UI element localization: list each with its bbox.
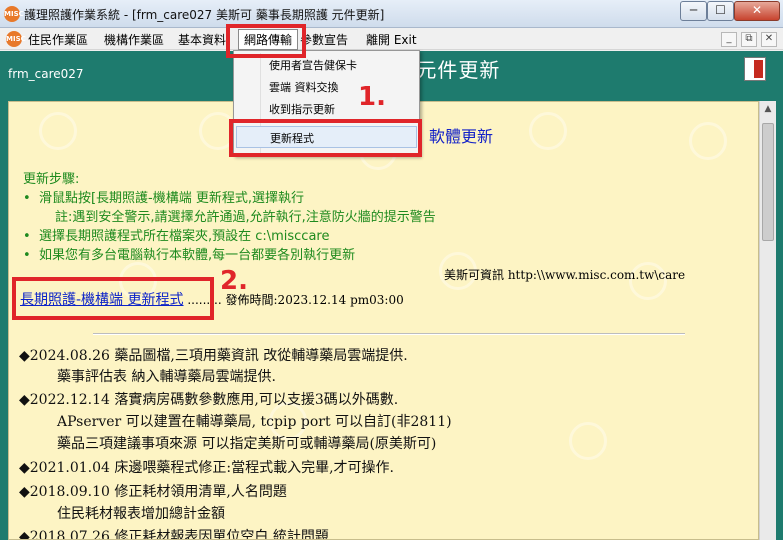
app-logo-icon: MISC [4,6,24,22]
title-bar: MISC 護理照護作業系統 - [frm_care027 美斯可 藥事長期照護 … [0,0,783,28]
mdi-close-button[interactable]: ✕ [761,32,777,47]
watermark-icon [39,112,77,150]
window-title: 護理照護作業系統 - [frm_care027 美斯可 藥事長期照護 元件更新] [24,8,385,22]
watermark-icon [689,122,727,160]
minimize-button[interactable]: ─ [680,1,707,21]
news-item: ◆2022.12.14 落實病房碼數參數應用,可以支援3碼以外碼數. [19,392,399,408]
menu-exit[interactable]: 離開 Exit [366,31,417,48]
menu-institution-area[interactable]: 機構作業區 [104,31,164,48]
annotation-label-1: 1. [358,82,386,112]
content-panel: 軟體更新 更新步驟: • 滑鼠點按[長期照護-機構端 更新程式,選擇執行 註:遇… [8,101,759,540]
divider [93,333,685,335]
news-item: APserver 可以建置在輔導藥局, tcpip port 可以自訂(非281… [57,414,452,430]
annotation-box-2 [12,277,214,320]
menu-item-receive-update[interactable]: 收到指示更新 [269,101,335,117]
form-id-label: frm_care027 [8,67,84,81]
step-item: • 選擇長期照護程式所在檔案夾,預設在 c:\misccare [23,229,330,244]
watermark-icon [529,112,567,150]
step-item: • 如果您有多台電腦執行本軟體,每一台都要各別執行更新 [23,248,356,263]
menu-item-cloud-exchange[interactable]: 雲端 資料交換 [269,79,339,95]
news-item: ◆2021.01.04 床邊喂藥程式修正:當程式載入完畢,才可操作. [19,460,394,476]
menu-basic-data[interactable]: 基本資料 [178,31,226,48]
menu-resident-area[interactable]: 住民作業區 [28,31,88,48]
vertical-scrollbar[interactable]: ▲ [759,101,776,540]
news-item: ◆2024.08.26 藥品圖檔,三項用藥資訊 改從輔導藥局雲端提供. [19,348,408,364]
news-item: 藥事評估表 納入輔導藥局雲端提供. [57,369,276,385]
step-item: • 滑鼠點按[長期照護-機構端 更新程式,選擇執行 [23,191,304,206]
scroll-thumb[interactable] [762,123,774,241]
mdi-restore-button[interactable]: ⧉ [741,32,757,47]
publish-time: 發佈時間:2023.12.14 pm03:00 [225,293,404,307]
step-note: 註:遇到安全警示,請選擇允許通過,允許執行,注意防火牆的提示警告 [55,210,436,225]
menu-parameter-declare[interactable]: 參數宣告 [300,31,348,48]
news-item: 住民耗材報表增加總計金額 [57,506,225,522]
annotation-box-1 [226,24,306,58]
steps-title: 更新步驟: [23,172,80,187]
annotation-label-2: 2. [220,266,248,296]
step-text: 選擇長期照護程式所在檔案夾,預設在 c:\misccare [38,229,330,244]
exit-door-icon[interactable] [744,57,766,81]
step-text: 滑鼠點按[長期照護-機構端 更新程式,選擇執行 [38,191,304,206]
maximize-button[interactable]: ☐ [707,1,734,21]
news-item: 藥品三項建議事項來源 可以指定美斯可或輔導藥局(原美斯可) [57,436,437,452]
step-text: 如果您有多台電腦執行本軟體,每一台都要各別執行更新 [38,248,356,263]
vendor-credit: 美斯可資訊 http:\\www.misc.com.tw\care [444,268,686,282]
annotation-box-1b [229,119,422,157]
close-button[interactable]: ✕ [734,1,780,21]
page-heading: 軟體更新 [429,127,494,146]
scroll-up-arrow-icon[interactable]: ▲ [760,101,776,118]
news-item: ◆2018.09.10 修正耗材領用清單,人名問題 [19,484,287,500]
menu-logo-icon[interactable]: MISC [6,31,26,47]
news-item: ◆2018.07.26 修正耗材報表因單位空白 統計問題 [19,529,329,540]
watermark-icon [569,422,607,460]
mdi-minimize-button[interactable]: _ [721,32,737,47]
menu-bar: MISC 住民作業區 機構作業區 基本資料 網路傳輸 參數宣告 離開 Exit … [0,28,783,50]
menu-item-health-card[interactable]: 使用者宣告健保卡 [269,57,357,73]
